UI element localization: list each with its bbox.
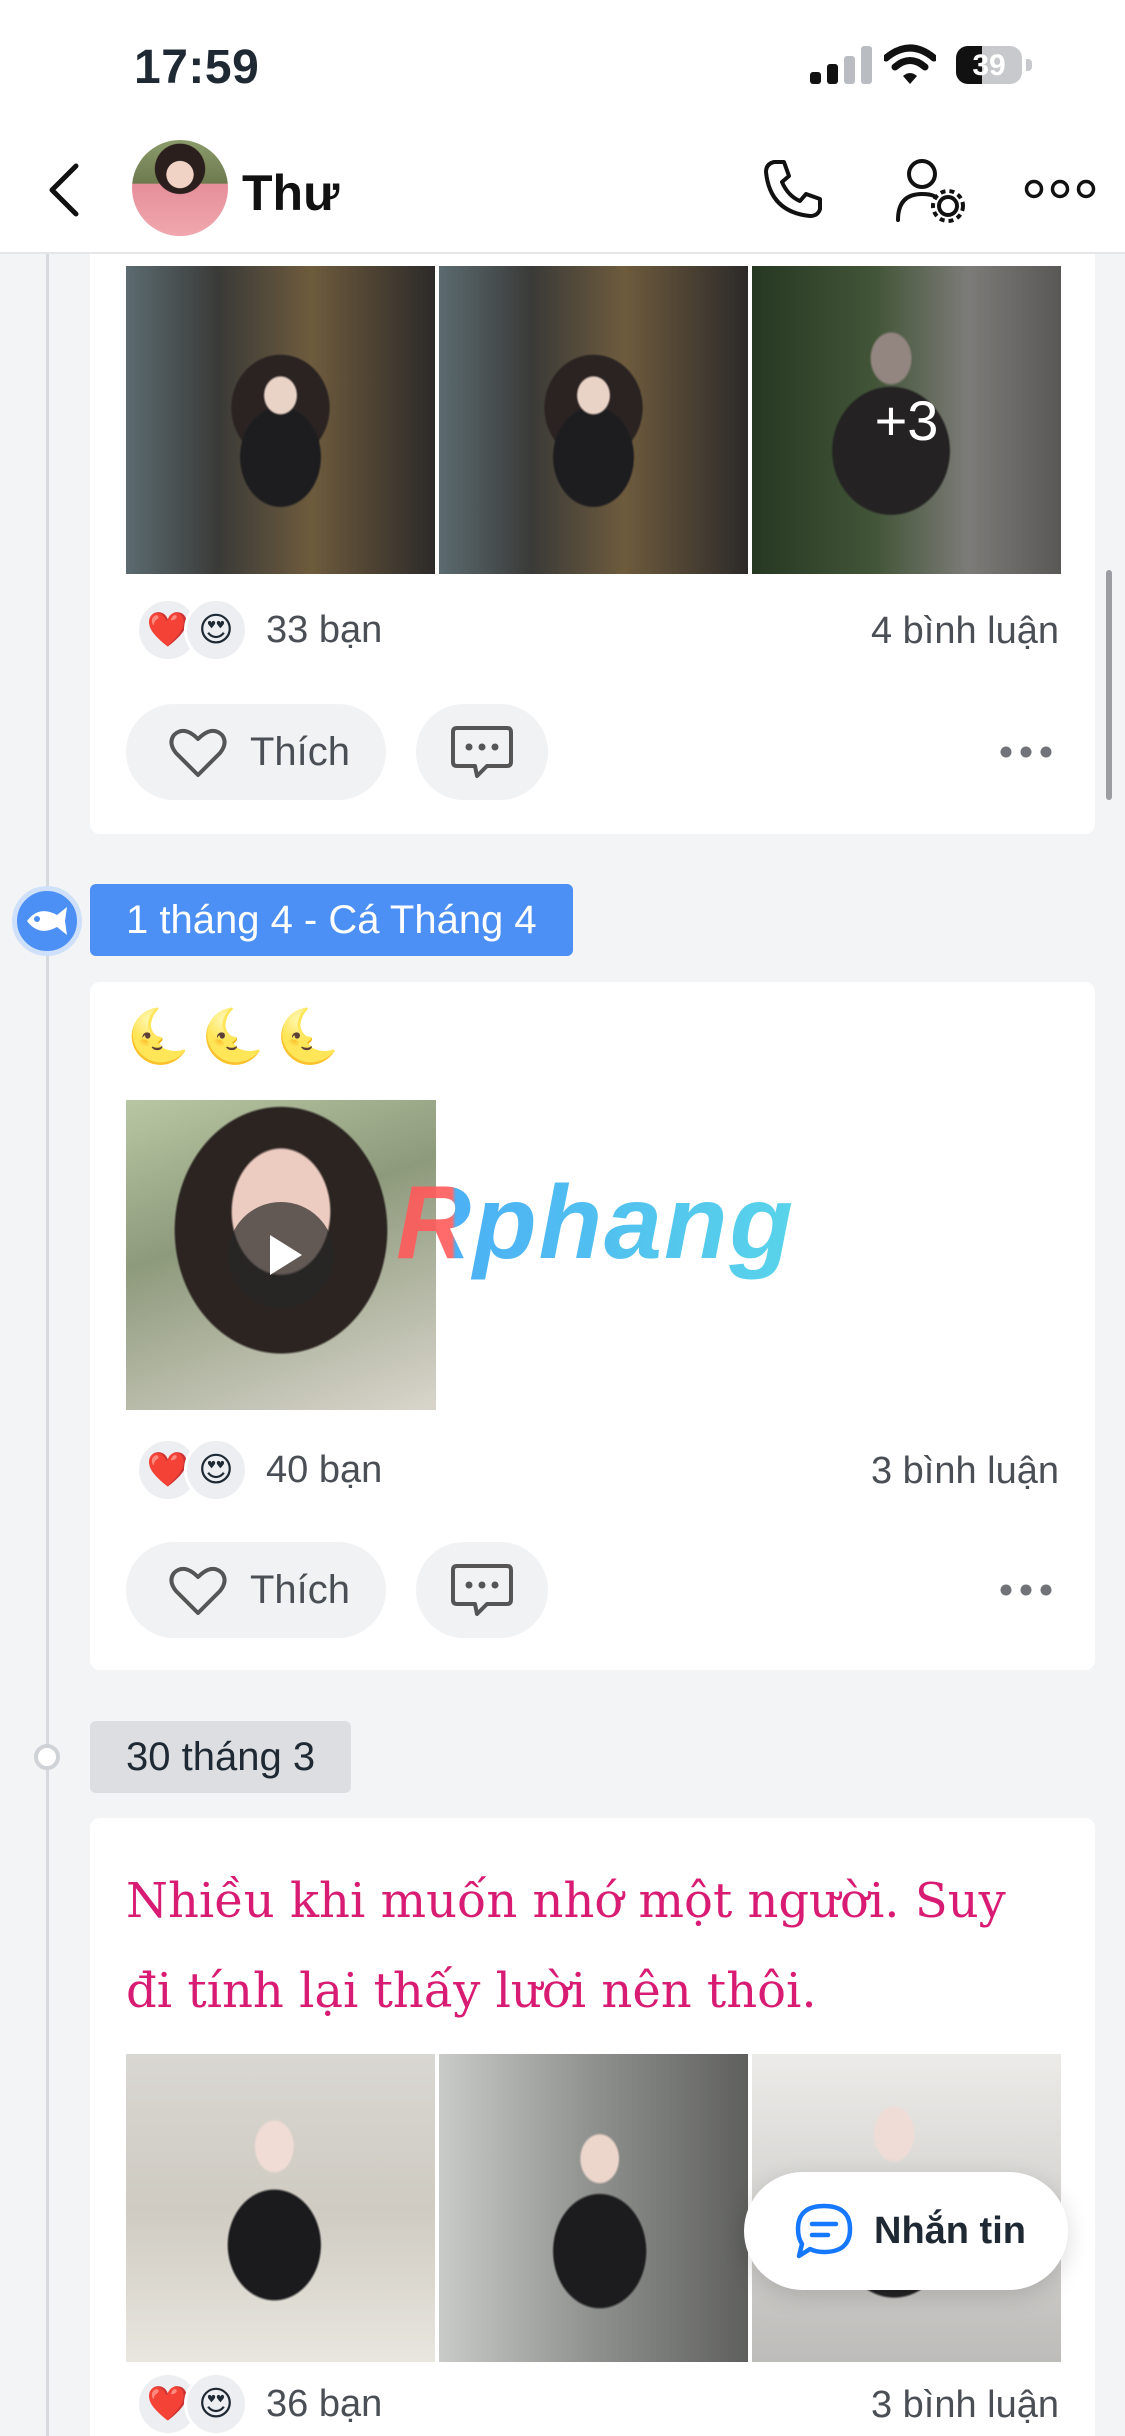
reaction-summary[interactable]: ❤️ 😍 36 bạn bbox=[136, 2372, 382, 2436]
timeline-post: Nhiều khi muốn nhớ một người. Suy đi tín… bbox=[90, 1818, 1095, 2436]
watermark-logo: Rphang bbox=[396, 1165, 796, 1281]
date-label: 30 tháng 3 bbox=[90, 1721, 352, 1793]
scrollbar[interactable] bbox=[1106, 570, 1112, 800]
comment-button[interactable] bbox=[416, 1542, 548, 1638]
post-emoji-text: 🌜 🌜 🌜 bbox=[126, 1006, 340, 1067]
battery-icon: 39 bbox=[956, 46, 1032, 84]
pacman-emoji: 🌜 bbox=[126, 1008, 191, 1066]
pacman-emoji: 🌜 bbox=[200, 1008, 266, 1066]
like-button[interactable]: Thích bbox=[126, 704, 386, 800]
send-message-button[interactable]: Nhắn tin bbox=[744, 2172, 1068, 2290]
like-label: Thích bbox=[250, 1567, 351, 1612]
battery-level: 39 bbox=[972, 49, 1006, 82]
post-photo-more[interactable]: +3 bbox=[752, 266, 1061, 574]
post-text: Nhiều khi muốn nhớ một người. Suy đi tín… bbox=[126, 1873, 1006, 2019]
date-label: 1 tháng 4 - Cá Tháng 4 bbox=[90, 884, 573, 956]
comment-count[interactable]: 3 bình luận bbox=[871, 1450, 1059, 1493]
timeline-post: 🌜 🌜 🌜 ❤️ 😍 40 bạn 3 bình luận Thích bbox=[90, 982, 1095, 1670]
cellular-signal-icon bbox=[810, 46, 874, 84]
video-thumbnail[interactable] bbox=[126, 1100, 436, 1410]
reaction-count: 40 bạn bbox=[266, 1448, 383, 1491]
phone-call-icon[interactable] bbox=[760, 156, 826, 222]
more-options-icon[interactable] bbox=[1024, 174, 1096, 204]
reaction-count: 36 bạn bbox=[266, 2382, 383, 2425]
contact-name[interactable]: Thư bbox=[242, 164, 339, 222]
post-photo[interactable] bbox=[126, 2054, 435, 2362]
heart-outline-icon bbox=[169, 1566, 227, 1615]
send-message-label: Nhắn tin bbox=[874, 2209, 1026, 2252]
play-icon[interactable] bbox=[228, 1202, 334, 1308]
like-label: Thích bbox=[250, 729, 351, 774]
timeline-post: +3 ❤️ 😍 33 bạn 4 bình luận Thích bbox=[90, 254, 1095, 834]
chat-header: Thư bbox=[0, 128, 1125, 254]
heart-outline-icon bbox=[169, 728, 227, 777]
comment-button[interactable] bbox=[416, 704, 548, 800]
like-button[interactable]: Thích bbox=[126, 1542, 386, 1638]
timeline-line bbox=[46, 254, 49, 2436]
reaction-summary[interactable]: ❤️ 😍 33 bạn bbox=[136, 598, 382, 662]
post-more-icon[interactable] bbox=[999, 745, 1053, 759]
post-photo[interactable] bbox=[439, 2054, 748, 2362]
chat-bubble-icon bbox=[795, 2203, 853, 2259]
post-photo[interactable] bbox=[126, 266, 435, 574]
comment-count[interactable]: 4 bình luận bbox=[871, 610, 1059, 653]
comment-count[interactable]: 3 bình luận bbox=[871, 2384, 1059, 2427]
post-more-icon[interactable] bbox=[999, 1583, 1053, 1597]
post-photo[interactable] bbox=[439, 266, 748, 574]
profile-settings-icon[interactable] bbox=[894, 156, 966, 224]
photo-grid: +3 bbox=[126, 266, 1061, 574]
reaction-count: 33 bạn bbox=[266, 608, 383, 651]
status-time: 17:59 bbox=[134, 41, 260, 94]
fish-event-icon bbox=[12, 886, 82, 956]
comment-bubble-icon bbox=[451, 1564, 513, 1616]
contact-avatar[interactable] bbox=[132, 140, 228, 236]
back-chevron-icon[interactable] bbox=[36, 158, 96, 222]
heart-eyes-reaction-icon: 😍 bbox=[184, 598, 248, 662]
status-bar: 17:59 39 bbox=[0, 0, 1125, 128]
more-photos-count: +3 bbox=[752, 266, 1061, 574]
comment-bubble-icon bbox=[451, 726, 513, 778]
wifi-icon bbox=[884, 44, 936, 84]
heart-eyes-reaction-icon: 😍 bbox=[184, 1438, 248, 1502]
pacman-emoji: 🌜 bbox=[275, 1008, 341, 1066]
timeline-dot bbox=[34, 1744, 60, 1770]
reaction-summary[interactable]: ❤️ 😍 40 bạn bbox=[136, 1438, 382, 1502]
heart-eyes-reaction-icon: 😍 bbox=[184, 2372, 248, 2436]
